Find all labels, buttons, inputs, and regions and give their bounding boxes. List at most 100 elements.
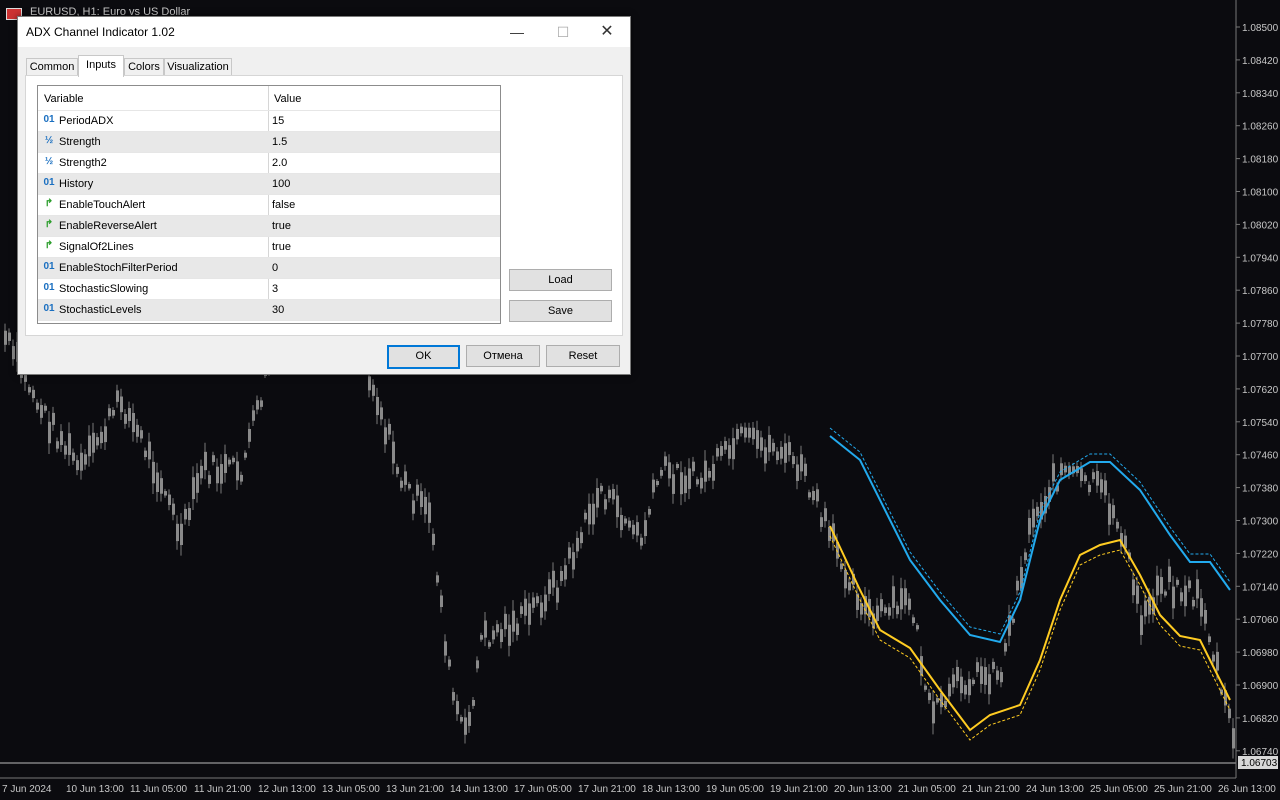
candle-body — [1000, 672, 1003, 683]
candle-body — [672, 474, 675, 494]
candle-body — [732, 438, 735, 460]
param-value[interactable]: false — [272, 199, 295, 211]
candle-body — [960, 676, 963, 694]
close-button[interactable]: ✕ — [584, 17, 630, 47]
candle-body — [132, 412, 135, 433]
candle-body — [1028, 517, 1031, 535]
candle-body — [48, 421, 51, 444]
integer-type-icon: 01 — [43, 114, 55, 125]
candle-body — [924, 685, 927, 690]
table-row[interactable]: 01 History 100 — [38, 174, 500, 195]
candle-body — [232, 457, 235, 463]
candle-body — [528, 603, 531, 625]
variable-column-header[interactable]: Variable — [44, 93, 84, 105]
candle-body — [1012, 618, 1015, 623]
integer-type-icon: 01 — [43, 303, 55, 314]
candle-body — [460, 717, 463, 722]
ok-button[interactable]: OK — [387, 345, 460, 369]
table-row[interactable]: 01 StochasticLevels 30 — [38, 300, 500, 321]
table-header: Variable Value — [38, 86, 500, 111]
time-tick-label: 26 Jun 13:00 — [1218, 784, 1276, 795]
candle-body — [224, 454, 227, 473]
table-row[interactable]: ↱ EnableReverseAlert true — [38, 216, 500, 237]
candle-body — [212, 455, 215, 462]
candle-body — [632, 524, 635, 535]
candle-body — [244, 452, 247, 458]
time-tick-label: 24 Jun 13:00 — [1026, 784, 1084, 795]
candle-body — [236, 461, 239, 481]
time-tick-label: 19 Jun 21:00 — [770, 784, 828, 795]
candle-body — [908, 598, 911, 610]
time-tick-label: 13 Jun 05:00 — [322, 784, 380, 795]
price-tick-label: 1.07380 — [1242, 484, 1279, 495]
param-name: StochasticSlowing — [59, 283, 149, 295]
candle-body — [604, 499, 607, 510]
dialog-titlebar[interactable]: ADX Channel Indicator 1.02 — ☐ ✕ — [18, 17, 630, 47]
param-name: PeriodADX — [59, 115, 114, 127]
tab-common[interactable]: Common — [26, 58, 78, 76]
candle-body — [888, 607, 891, 616]
table-row[interactable]: 01 StochasticSlowing 3 — [38, 279, 500, 300]
tab-visualization[interactable]: Visualization — [164, 58, 232, 76]
param-value[interactable]: 0 — [272, 262, 278, 274]
param-value[interactable]: 2.0 — [272, 157, 287, 169]
table-row[interactable]: 01 PeriodADX 15 — [38, 111, 500, 132]
candle-body — [776, 451, 779, 461]
candle-body — [128, 408, 131, 421]
table-row[interactable]: ↱ EnableTouchAlert false — [38, 195, 500, 216]
boolean-type-icon: ↱ — [44, 198, 54, 209]
candle-body — [248, 428, 251, 442]
candle-body — [576, 537, 579, 552]
minimize-button[interactable]: — — [494, 17, 540, 47]
candle-body — [416, 484, 419, 496]
param-value[interactable]: true — [272, 241, 291, 253]
candle-body — [204, 451, 207, 471]
candle-body — [1172, 586, 1175, 609]
candle-body — [768, 434, 771, 453]
candle-body — [932, 701, 935, 724]
candle-body — [840, 563, 843, 570]
candle-body — [772, 442, 775, 452]
candle-body — [640, 537, 643, 546]
candle-body — [1160, 577, 1163, 594]
table-row[interactable]: 01 EnableStochFilterPeriod 0 — [38, 258, 500, 279]
tab-inputs[interactable]: Inputs — [78, 55, 124, 77]
value-column-header[interactable]: Value — [274, 93, 301, 105]
param-value[interactable]: 15 — [272, 115, 284, 127]
tab-colors[interactable]: Colors — [124, 58, 164, 76]
param-name: SignalOf2Lines — [59, 241, 134, 253]
param-value[interactable]: 30 — [272, 304, 284, 316]
candle-body — [8, 332, 11, 341]
table-row[interactable]: ½ Strength 1.5 — [38, 132, 500, 153]
param-value[interactable]: true — [272, 220, 291, 232]
save-button[interactable]: Save — [509, 300, 612, 322]
candle-body — [588, 503, 591, 525]
load-button[interactable]: Load — [509, 269, 612, 291]
price-tick-label: 1.07620 — [1242, 385, 1279, 396]
candle-body — [96, 437, 99, 446]
price-tick-label: 1.07140 — [1242, 582, 1279, 593]
candle-body — [1004, 643, 1007, 652]
param-value[interactable]: 3 — [272, 283, 278, 295]
inputs-table[interactable]: Variable Value 01 PeriodADX 15 ½ Strength 1.5… — [37, 85, 501, 324]
candle-body — [432, 533, 435, 545]
param-value[interactable]: 1.5 — [272, 136, 287, 148]
candle-body — [1168, 566, 1171, 583]
reset-button[interactable]: Reset — [546, 345, 620, 367]
price-tick-label: 1.06980 — [1242, 648, 1279, 659]
time-tick-label: 18 Jun 13:00 — [642, 784, 700, 795]
candle-body — [988, 674, 991, 695]
param-value[interactable]: 100 — [272, 178, 290, 190]
table-row[interactable]: ½ Strength2 2.0 — [38, 153, 500, 174]
candle-body — [480, 635, 483, 640]
candle-body — [644, 520, 647, 537]
candle-body — [36, 402, 39, 410]
cancel-button[interactable]: Отмена — [466, 345, 540, 367]
candle-body — [628, 520, 631, 528]
candle-body — [28, 387, 31, 393]
price-tick-label: 1.08340 — [1242, 89, 1279, 100]
candle-body — [1032, 508, 1035, 528]
candle-body — [744, 427, 747, 438]
time-tick-label: 25 Jun 05:00 — [1090, 784, 1148, 795]
table-row[interactable]: ↱ SignalOf2Lines true — [38, 237, 500, 258]
